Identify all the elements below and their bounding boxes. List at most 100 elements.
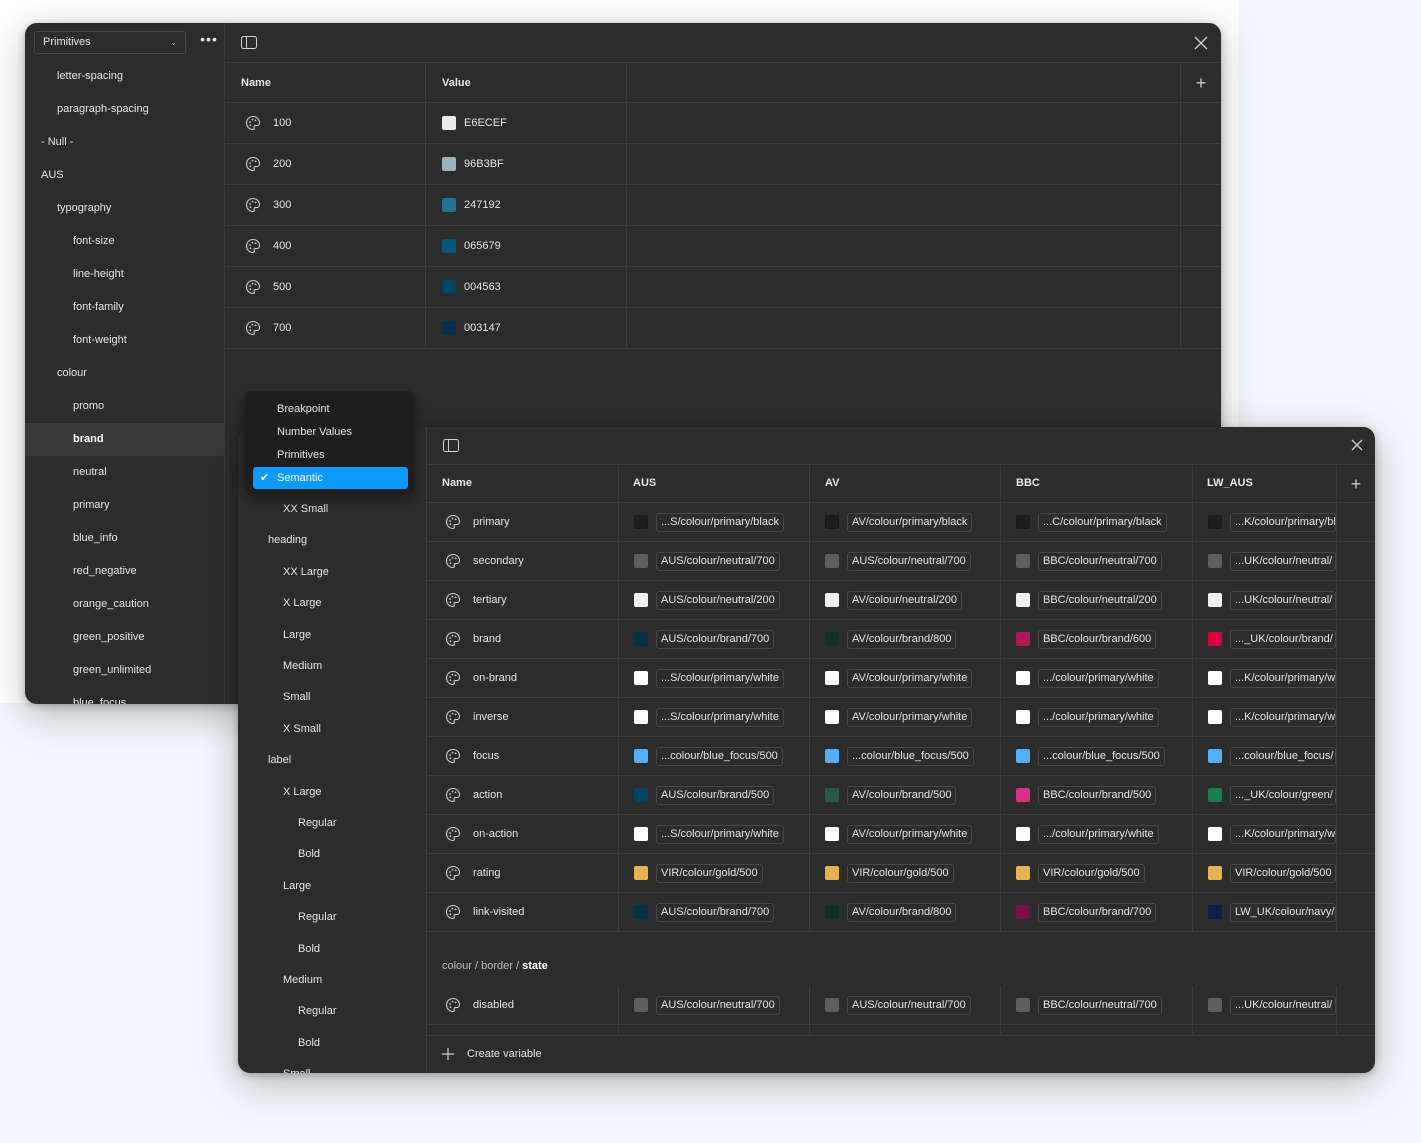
alias-chip[interactable]: AV/colour/primary/black bbox=[847, 513, 973, 532]
alias-chip[interactable]: AV/colour/primary/white bbox=[847, 708, 973, 727]
alias-chip[interactable]: ...UK/colour/neutral/ bbox=[1230, 996, 1336, 1015]
alias-chip[interactable]: AUS/colour/neutral/700 bbox=[656, 996, 780, 1015]
table-row[interactable]: 100 E6ECEF bbox=[225, 103, 1221, 144]
sidebar-item[interactable]: XX Large bbox=[238, 565, 427, 579]
sidebar-item[interactable]: Bold bbox=[238, 942, 427, 956]
alias-chip[interactable]: AUS/colour/brand/700 bbox=[656, 903, 775, 922]
alias-chip[interactable]: AUS/colour/neutral/200 bbox=[656, 591, 780, 610]
sidebar-item[interactable]: primary bbox=[25, 489, 224, 522]
sidebar-item[interactable]: X Small bbox=[238, 722, 427, 736]
sidebar-item[interactable]: label bbox=[238, 753, 427, 767]
alias-chip[interactable]: BBC/colour/neutral/200 bbox=[1038, 591, 1162, 610]
sidebar-toggle-icon[interactable] bbox=[443, 439, 459, 452]
alias-chip[interactable]: ...colour/blue_focus/500 bbox=[1038, 747, 1165, 766]
sidebar-item[interactable]: font-size bbox=[25, 225, 224, 258]
sidebar-item[interactable]: brand bbox=[25, 423, 224, 456]
create-variable-button[interactable]: Create variable bbox=[467, 1048, 542, 1060]
alias-chip[interactable]: ...C/colour/primary/black bbox=[1038, 513, 1167, 532]
sidebar-item[interactable]: line-height bbox=[25, 258, 224, 291]
alias-chip[interactable]: .../colour/primary/white bbox=[1038, 669, 1159, 688]
alias-chip[interactable]: AUS/colour/neutral/700 bbox=[847, 552, 971, 571]
alias-chip[interactable]: BBC/colour/neutral/700 bbox=[1038, 996, 1162, 1015]
sidebar-item[interactable]: typography bbox=[25, 192, 224, 225]
sidebar-item[interactable]: AUS bbox=[25, 159, 224, 192]
sidebar-item[interactable]: Medium bbox=[238, 659, 427, 673]
alias-chip[interactable]: AV/colour/primary/white bbox=[847, 825, 973, 844]
variable-value[interactable]: 96B3BF bbox=[464, 144, 504, 184]
sidebar-item[interactable]: letter-spacing bbox=[25, 60, 224, 93]
sidebar-item[interactable]: - Null - bbox=[25, 126, 224, 159]
alias-chip[interactable]: ...K/colour/primary/w bbox=[1230, 708, 1336, 727]
more-options-icon[interactable]: ••• bbox=[199, 31, 219, 53]
table-row[interactable]: on-action ...S/colour/primary/white AV/col… bbox=[427, 815, 1375, 854]
sidebar-item[interactable]: colour bbox=[25, 357, 224, 390]
table-row[interactable]: 700 003147 bbox=[225, 308, 1221, 349]
alias-chip[interactable]: ..._UK/colour/green/ bbox=[1230, 786, 1336, 805]
alias-chip[interactable]: ...K/colour/primary/w bbox=[1230, 825, 1336, 844]
table-row[interactable]: link-visited AUS/colour/brand/700 AV/colou… bbox=[427, 893, 1375, 932]
alias-chip[interactable]: .../colour/primary/white bbox=[1038, 825, 1159, 844]
sidebar-item[interactable]: Regular bbox=[238, 1004, 427, 1018]
alias-chip[interactable]: AUS/colour/brand/500 bbox=[656, 786, 775, 805]
alias-chip[interactable]: ...S/colour/primary/black bbox=[656, 513, 784, 532]
alias-chip[interactable]: AV/colour/neutral/200 bbox=[847, 591, 962, 610]
table-row[interactable]: disabled AUS/colour/neutral/700 AUS/colour… bbox=[427, 986, 1375, 1025]
alias-chip[interactable]: VIR/colour/gold/500 bbox=[1230, 864, 1336, 883]
table-row[interactable]: secondary AUS/colour/neutral/700 AUS/colou… bbox=[427, 542, 1375, 581]
plus-icon[interactable] bbox=[442, 1048, 454, 1060]
table-row[interactable]: rating VIR/colour/gold/500 VIR/colour/gold… bbox=[427, 854, 1375, 893]
sidebar-item[interactable]: Bold bbox=[238, 1036, 427, 1050]
alias-chip[interactable]: VIR/colour/gold/500 bbox=[847, 864, 954, 883]
sidebar-item[interactable]: Small bbox=[238, 690, 427, 704]
alias-chip[interactable]: AV/colour/brand/500 bbox=[847, 786, 957, 805]
alias-chip[interactable]: BBC/colour/brand/600 bbox=[1038, 630, 1157, 649]
alias-chip[interactable]: ...UK/colour/neutral/ bbox=[1230, 552, 1336, 571]
sidebar-item[interactable]: Medium bbox=[238, 973, 427, 987]
alias-chip[interactable]: ...S/colour/primary/white bbox=[656, 708, 784, 727]
sidebar-item[interactable]: blue_info bbox=[25, 522, 224, 555]
sidebar-item[interactable]: paragraph-spacing bbox=[25, 93, 224, 126]
sidebar-item[interactable]: neutral bbox=[25, 456, 224, 489]
sidebar-item[interactable]: font-family bbox=[25, 291, 224, 324]
alias-chip[interactable]: AUS/colour/neutral/700 bbox=[847, 996, 971, 1015]
table-row[interactable]: 200 96B3BF bbox=[225, 144, 1221, 185]
sidebar-item[interactable]: red_negative bbox=[25, 555, 224, 588]
collection-option[interactable]: Number Values bbox=[253, 421, 408, 443]
add-mode-icon[interactable]: + bbox=[1348, 475, 1364, 493]
sidebar-item[interactable]: font-weight bbox=[25, 324, 224, 357]
close-icon[interactable] bbox=[1194, 36, 1208, 50]
sidebar-item[interactable]: blue_focus bbox=[25, 687, 224, 704]
table-row[interactable]: focus ...colour/blue_focus/500 ...colour/b… bbox=[427, 737, 1375, 776]
sidebar-item[interactable]: Large bbox=[238, 628, 427, 642]
collection-option[interactable]: ✔ Semantic bbox=[253, 467, 408, 489]
sidebar-item[interactable]: Regular bbox=[238, 816, 427, 830]
variable-value[interactable]: 247192 bbox=[464, 185, 501, 225]
alias-chip[interactable]: ...S/colour/primary/white bbox=[656, 825, 784, 844]
table-row[interactable]: inverse ...S/colour/primary/white AV/colou… bbox=[427, 698, 1375, 737]
sidebar-item[interactable]: green_positive bbox=[25, 621, 224, 654]
table-row[interactable]: 300 247192 bbox=[225, 185, 1221, 226]
variable-value[interactable]: E6ECEF bbox=[464, 103, 507, 143]
sidebar-item[interactable]: Bold bbox=[238, 847, 427, 861]
collection-select[interactable]: Primitives ⌄ bbox=[34, 31, 186, 54]
alias-chip[interactable]: BBC/colour/neutral/700 bbox=[1038, 552, 1162, 571]
alias-chip[interactable]: ...UK/colour/neutral/ bbox=[1230, 591, 1336, 610]
alias-chip[interactable]: AUS/colour/neutral/700 bbox=[656, 552, 780, 571]
alias-chip[interactable]: .../colour/primary/white bbox=[1038, 708, 1159, 727]
sidebar-item[interactable]: orange_caution bbox=[25, 588, 224, 621]
close-icon[interactable] bbox=[1350, 438, 1364, 452]
add-mode-icon[interactable]: + bbox=[1193, 74, 1209, 92]
alias-chip[interactable]: ..._UK/colour/brand/ bbox=[1230, 630, 1336, 649]
table-row[interactable]: tertiary AUS/colour/neutral/200 AV/colour/… bbox=[427, 581, 1375, 620]
alias-chip[interactable]: LW_UK/colour/navy/ bbox=[1230, 903, 1336, 922]
sidebar-item[interactable]: XX Small bbox=[238, 502, 427, 516]
alias-chip[interactable]: BBC/colour/brand/700 bbox=[1038, 903, 1157, 922]
variable-value[interactable]: 003147 bbox=[464, 308, 501, 348]
alias-chip[interactable]: VIR/colour/gold/500 bbox=[656, 864, 763, 883]
sidebar-item[interactable]: Small bbox=[238, 1067, 427, 1073]
sidebar-item[interactable]: promo bbox=[25, 390, 224, 423]
sidebar-item[interactable]: Regular bbox=[238, 910, 427, 924]
alias-chip[interactable]: BBC/colour/brand/500 bbox=[1038, 786, 1157, 805]
table-row[interactable]: 500 004563 bbox=[225, 267, 1221, 308]
sidebar-item[interactable]: Large bbox=[238, 879, 427, 893]
